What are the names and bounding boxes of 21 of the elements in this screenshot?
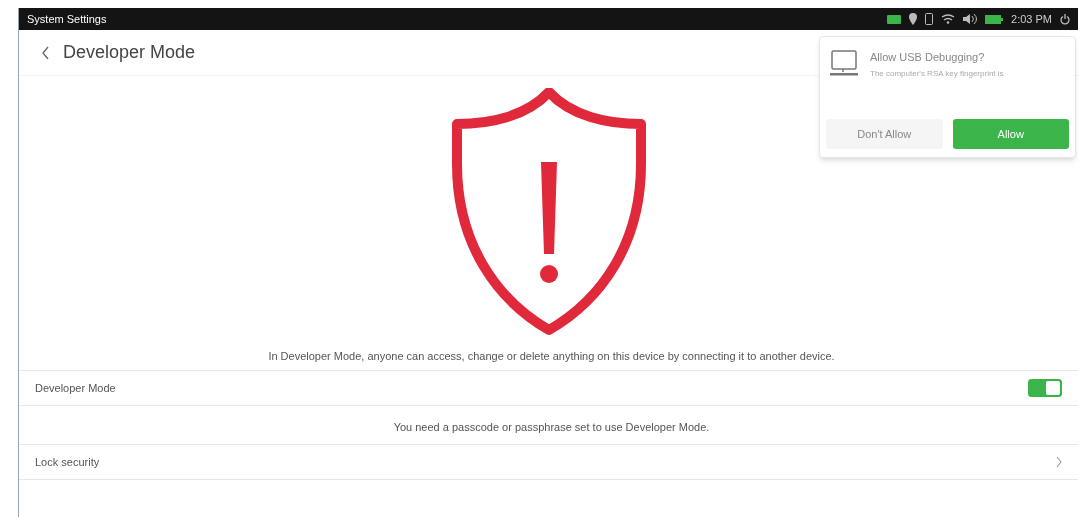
network-icon[interactable]: [941, 14, 956, 24]
page-title: Developer Mode: [63, 41, 196, 64]
dialog-message: The computer's RSA key fingerprint is: [870, 67, 1004, 80]
chevron-right-icon: [1056, 456, 1062, 468]
volume-icon[interactable]: [963, 14, 978, 24]
power-icon[interactable]: [1060, 13, 1070, 25]
computer-icon: [830, 49, 858, 79]
lock-security-label: Lock security: [35, 454, 100, 470]
battery-icon[interactable]: [985, 14, 1004, 24]
developer-mode-label: Developer Mode: [35, 380, 116, 396]
clock-time[interactable]: 2:03 PM: [1011, 10, 1052, 28]
phone-icon[interactable]: [925, 13, 934, 25]
location-icon[interactable]: [909, 13, 918, 25]
warning-text: In Developer Mode, anyone can access, change or delete anything on this device by connecting it to another device.: [267, 349, 836, 364]
dialog-title: Allow USB Debugging?: [870, 50, 986, 65]
warning-shield-icon: [450, 88, 647, 336]
app-name: System Settings: [27, 11, 107, 27]
developer-mode-switch[interactable]: [1028, 379, 1062, 397]
passcode-note: You need a passcode or passphrase set to use Developer Mode.: [392, 420, 711, 435]
lock-security-row[interactable]: Lock security: [19, 444, 1078, 480]
back-chevron-icon: [41, 45, 49, 60]
